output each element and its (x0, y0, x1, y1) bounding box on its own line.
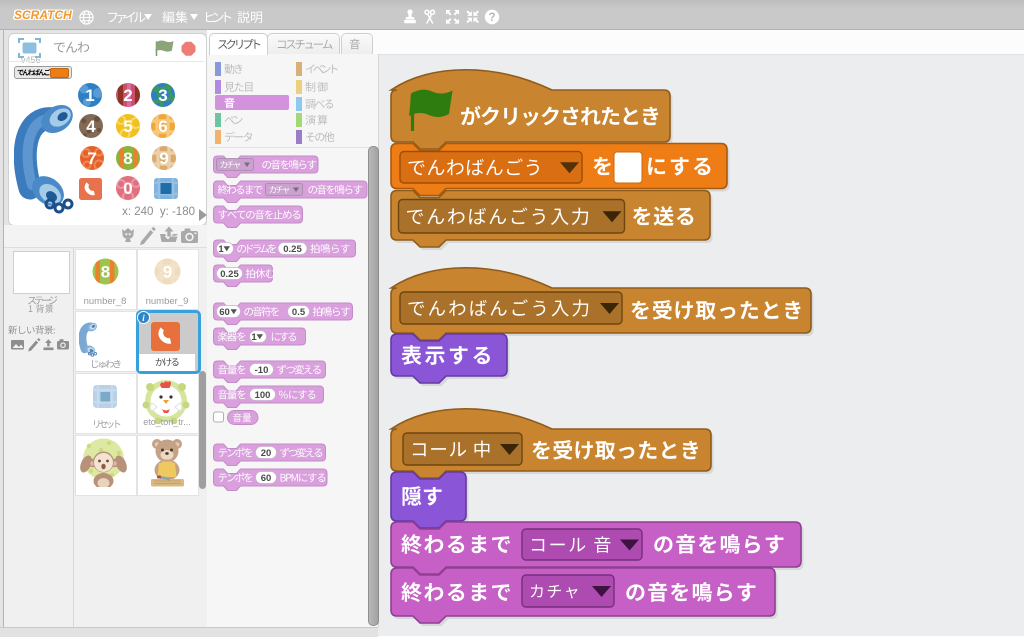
svg-text:1: 1 (251, 332, 257, 343)
svg-text:0.25: 0.25 (220, 269, 239, 280)
svg-text:2: 2 (123, 86, 132, 105)
svg-text:60: 60 (219, 307, 230, 318)
svg-text:-10: -10 (255, 365, 269, 376)
svg-text:9: 9 (159, 149, 168, 168)
svg-text:9: 9 (163, 263, 172, 282)
svg-text:0: 0 (123, 179, 132, 198)
svg-text:20: 20 (261, 448, 272, 459)
svg-text:6: 6 (158, 117, 167, 136)
svg-text:?: ? (488, 12, 495, 24)
svg-text:0.5: 0.5 (292, 307, 306, 318)
svg-text:1: 1 (218, 244, 224, 255)
svg-text:60: 60 (261, 473, 272, 484)
svg-text:0.25: 0.25 (283, 244, 302, 255)
svg-text:1: 1 (85, 86, 94, 105)
svg-text:8: 8 (123, 149, 132, 168)
svg-text:7: 7 (87, 149, 96, 168)
svg-text:3: 3 (158, 86, 167, 105)
svg-text:5: 5 (123, 117, 132, 136)
svg-text:8: 8 (101, 263, 110, 282)
svg-text:4: 4 (86, 117, 96, 136)
svg-text:100: 100 (255, 390, 271, 401)
